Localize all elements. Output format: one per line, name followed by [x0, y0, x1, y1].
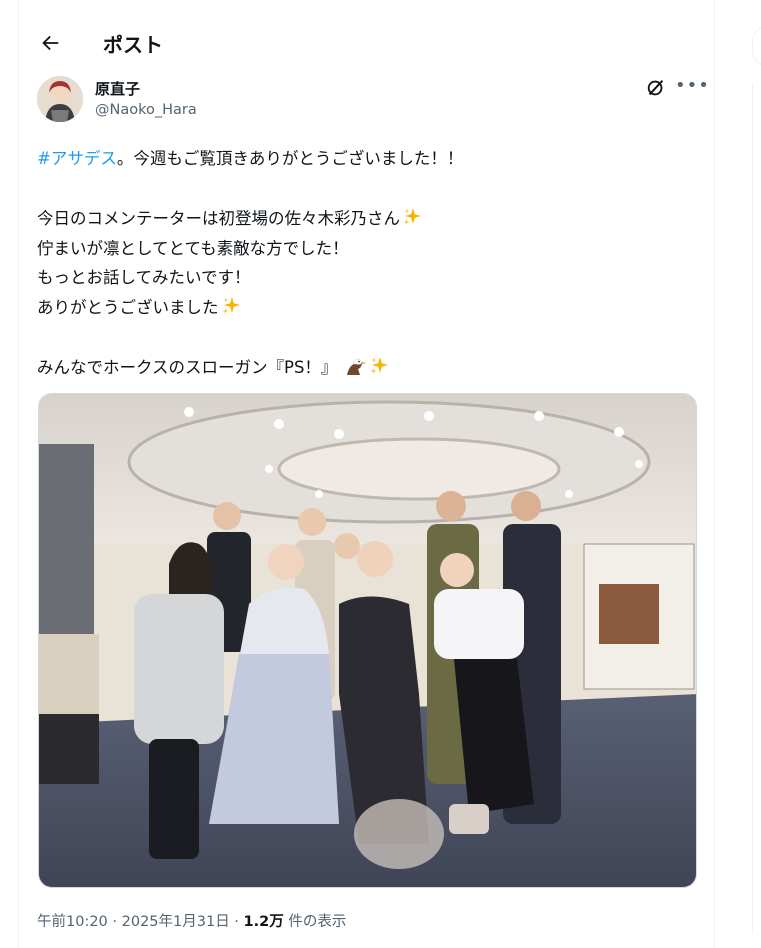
- grok-icon[interactable]: [645, 77, 667, 99]
- author-name[interactable]: 原直子: [95, 78, 140, 99]
- header: ポスト: [19, 20, 714, 68]
- post-line-2-text: 今日のコメンテーターは初登場の佐々木彩乃さん: [37, 209, 400, 228]
- post-line-6-text: みんなでホークスのスローガン『PS！』: [37, 357, 338, 377]
- post-time[interactable]: 午前10:20: [37, 914, 108, 930]
- page-title: ポスト: [103, 33, 163, 57]
- meta-separator: ·: [229, 914, 244, 930]
- right-search-edge: [752, 26, 761, 66]
- right-sidebar-edge: [752, 84, 761, 934]
- post-line-4-text: もっとお話してみたいです！: [37, 268, 251, 287]
- post-line-3: 佇まいが凛としてとても素敵な方でした！: [37, 234, 677, 264]
- hashtag-link[interactable]: #アサデス: [37, 149, 117, 168]
- sparkles-icon: [402, 207, 422, 237]
- sparkles-icon: [369, 356, 389, 386]
- post-line-5-text: ありがとうございました: [37, 297, 219, 317]
- avatar[interactable]: [37, 76, 83, 122]
- post-line-2: 今日のコメンテーターは初登場の佐々木彩乃さん: [37, 204, 677, 234]
- post-line-1: #アサデス。今週もご覧頂きありがとうございました！！: [37, 144, 677, 174]
- views-count: 1.2万: [243, 914, 284, 930]
- post-meta: 午前10:20 · 2025年1月31日 · 1.2万 件の表示: [37, 910, 346, 931]
- post-column: ポスト 原直子 @Naoko_Hara ••• #アサデス。今週もご覧頂きありが…: [18, 0, 715, 948]
- post-line-1-text: 。今週もご覧頂きありがとうございました！！: [116, 149, 464, 168]
- post-text: #アサデス。今週もご覧頂きありがとうございました！！ 今日のコメンテーターは初登…: [37, 144, 677, 382]
- post-photo[interactable]: [38, 393, 697, 888]
- post-line-6: みんなでホークスのスローガン『PS！』: [37, 353, 677, 383]
- arrow-left-icon[interactable]: [37, 30, 63, 56]
- eagle-icon: [345, 356, 367, 386]
- post-line-4: もっとお話してみたいです！: [37, 263, 677, 293]
- post-date[interactable]: 2025年1月31日: [122, 914, 230, 930]
- sparkles-icon: [221, 296, 241, 326]
- more-icon[interactable]: •••: [675, 76, 709, 100]
- post-line-5: ありがとうございました: [37, 293, 677, 323]
- meta-separator: ·: [107, 914, 122, 930]
- post-line-3-text: 佇まいが凛としてとても素敵な方でした！: [37, 238, 349, 258]
- author-handle[interactable]: @Naoko_Hara: [95, 102, 197, 118]
- views-label: 件の表示: [283, 914, 347, 930]
